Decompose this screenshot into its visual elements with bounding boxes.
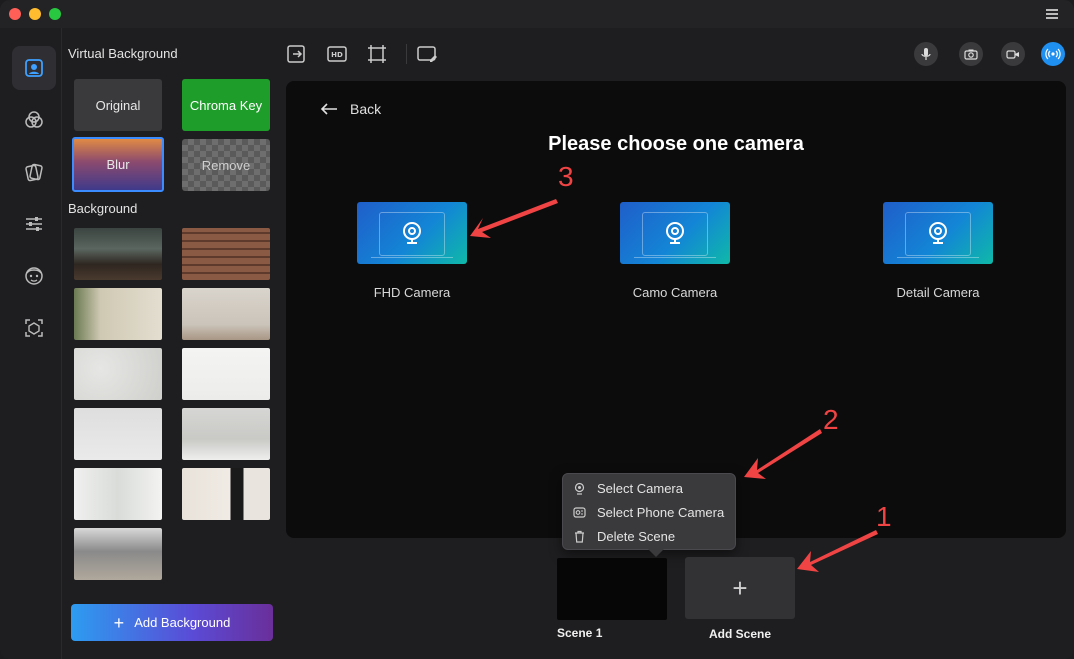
annotation-arrow-3 [470,199,558,238]
annotation-arrow-1 [797,530,878,572]
annotation-number-1: 1 [876,501,892,532]
app-window: Virtual Background Original Chroma Key B… [0,0,1074,659]
annotation-number-3: 3 [558,161,574,192]
annotation-arrows [470,199,878,572]
annotation-number-2: 2 [823,404,839,435]
annotation-arrow-2 [744,429,822,479]
